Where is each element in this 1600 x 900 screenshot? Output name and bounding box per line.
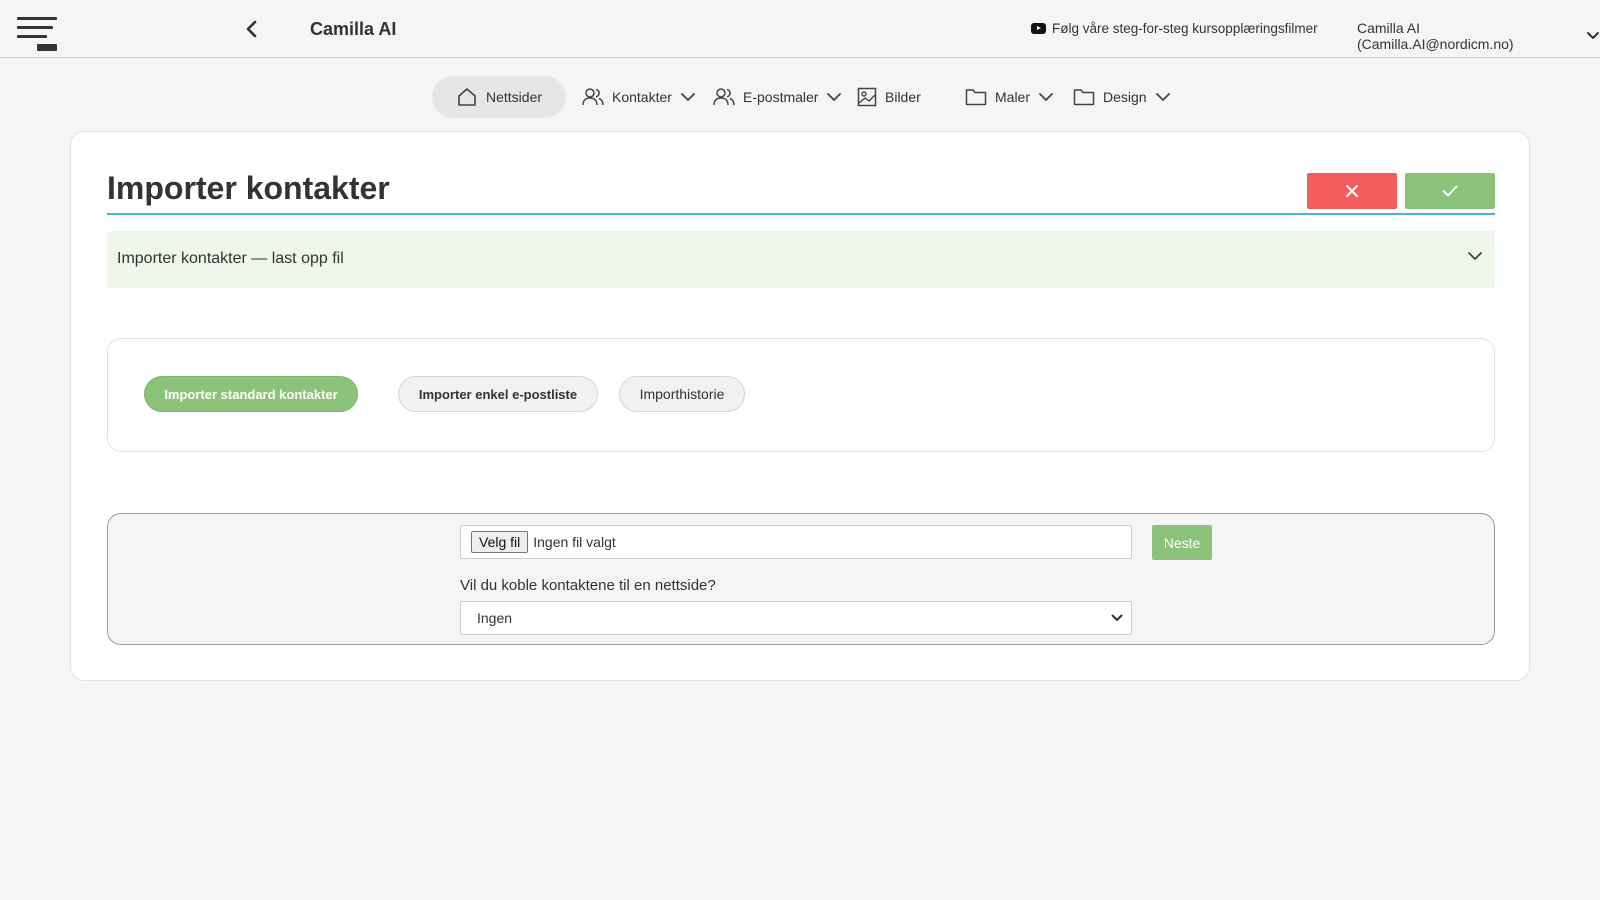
nav-label: E-postmaler: [743, 89, 819, 105]
chevron-down-icon: [1468, 252, 1482, 260]
main-card: Importer kontakter Importer kontakter — …: [70, 131, 1530, 681]
file-status: Ingen fil valgt: [533, 534, 616, 550]
link-website-label: Vil du koble kontaktene til en nettside?: [460, 577, 716, 594]
page-title: Importer kontakter: [107, 170, 390, 206]
import-accordion[interactable]: Importer kontakter — last opp fil: [107, 231, 1495, 288]
chevron-down-icon: [1587, 32, 1600, 39]
user-label: Camilla AI (Camilla.AI@nordicm.no): [1357, 20, 1514, 52]
chevron-down-icon: [1039, 93, 1053, 101]
upload-panel: Velg fil Ingen fil valgt Neste Vil du ko…: [107, 513, 1495, 645]
title-divider: [107, 213, 1495, 215]
app-title: Camilla AI: [310, 19, 397, 39]
back-arrow-icon[interactable]: [242, 18, 262, 40]
tutorial-link-label: Følg våre steg-for-steg kursopplæringsfi…: [1052, 21, 1318, 36]
nav-item-nettsider[interactable]: Nettsider: [432, 76, 567, 118]
close-icon: [1346, 185, 1358, 197]
chevron-down-icon: [681, 93, 695, 101]
top-bar: Camilla AI Følg våre steg-for-steg kurso…: [0, 0, 1600, 58]
users-icon: [582, 88, 604, 106]
menu-icon[interactable]: [17, 17, 59, 53]
youtube-icon: [1031, 23, 1046, 34]
nav-item-e-postmaler[interactable]: E-postmaler: [713, 76, 842, 118]
nav-item-maler[interactable]: Maler: [965, 76, 1054, 118]
user-menu[interactable]: Camilla AI (Camilla.AI@nordicm.no): [1357, 20, 1600, 52]
next-button[interactable]: Neste: [1152, 525, 1212, 560]
main-nav: Nettsider Kontakter E-postmaler Bilder M…: [0, 76, 1600, 118]
cancel-button[interactable]: [1307, 173, 1397, 209]
website-select[interactable]: Ingen: [460, 601, 1132, 635]
nav-item-design[interactable]: Design: [1073, 76, 1171, 118]
nav-item-bilder[interactable]: Bilder: [857, 76, 921, 118]
folder-icon: [1073, 89, 1095, 106]
choose-file-button[interactable]: Velg fil: [471, 531, 529, 553]
nav-label: Kontakter: [612, 89, 672, 105]
nav-label: Bilder: [885, 89, 921, 105]
tutorial-videos-link[interactable]: Følg våre steg-for-steg kursopplæringsfi…: [1031, 21, 1318, 36]
image-icon: [857, 87, 877, 107]
confirm-button[interactable]: [1405, 173, 1495, 209]
home-icon: [458, 88, 476, 106]
nav-label: Nettsider: [486, 89, 543, 105]
chevron-down-icon: [827, 93, 842, 101]
check-icon: [1442, 185, 1458, 197]
website-select-value: Ingen: [477, 610, 513, 626]
nav-label: Design: [1103, 89, 1147, 105]
import-type-tabs: Importer standard kontakter Importer enk…: [107, 338, 1495, 452]
accordion-label: Importer kontakter — last opp fil: [117, 250, 344, 267]
file-input[interactable]: Velg fil Ingen fil valgt: [460, 525, 1132, 559]
tab-import-history[interactable]: Importhistorie: [619, 376, 745, 412]
tab-import-standard-contacts[interactable]: Importer standard kontakter: [144, 376, 358, 412]
nav-label: Maler: [995, 89, 1031, 105]
nav-item-kontakter[interactable]: Kontakter: [582, 76, 696, 118]
users-icon: [713, 88, 735, 106]
tab-import-email-list[interactable]: Importer enkel e-postliste: [398, 376, 598, 412]
chevron-down-icon: [1111, 614, 1123, 621]
folder-icon: [965, 89, 987, 106]
chevron-down-icon: [1155, 93, 1170, 101]
